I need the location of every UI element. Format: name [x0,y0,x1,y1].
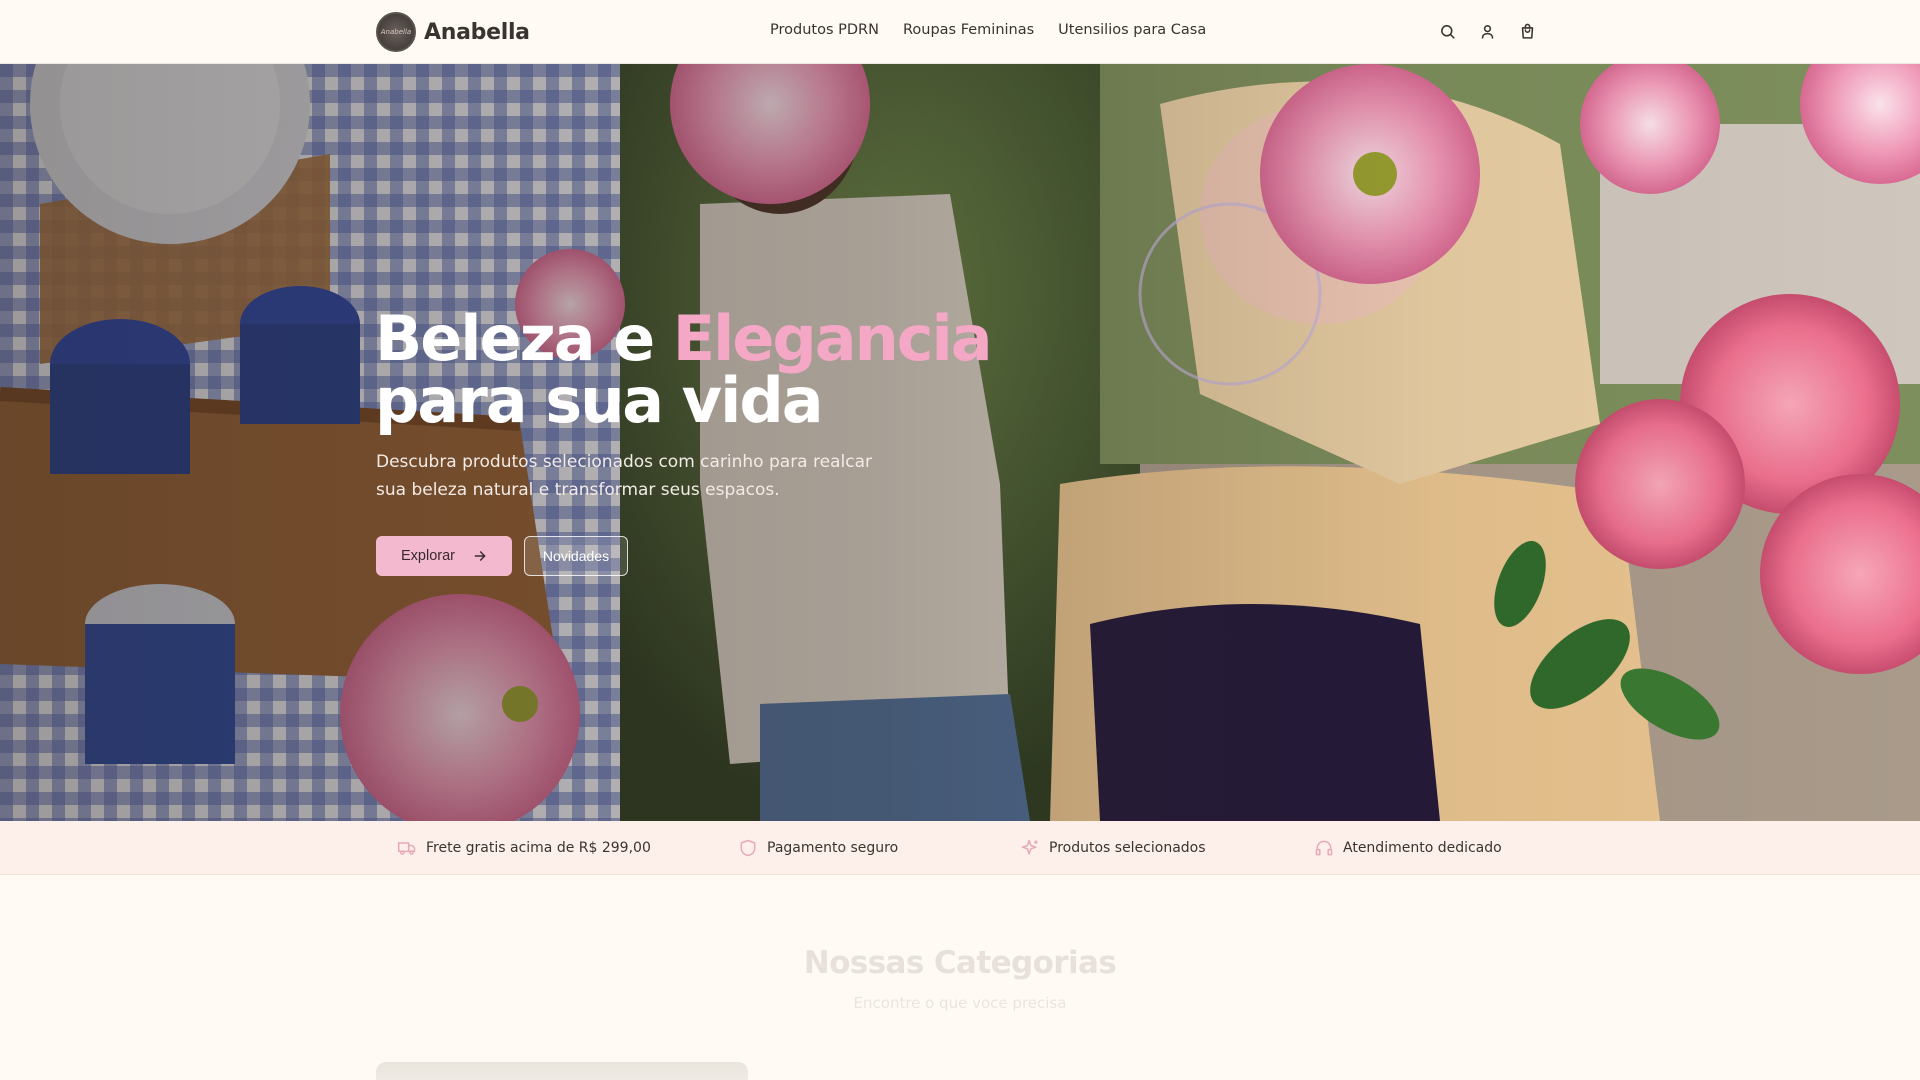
categories-title: Nossas Categorias [803,945,1117,981]
feature-label: Atendimento dedicado [1343,840,1502,856]
nav-link-roupas-femininas[interactable]: Roupas Femininas [903,22,1034,38]
shield-icon [738,838,758,858]
feature-selected-products: Produtos selecionados [1020,838,1206,858]
feature-dedicated-support: Atendimento dedicado [1314,838,1502,858]
header-actions [1437,21,1537,41]
arrow-right-icon [474,551,486,561]
feature-label: Frete gratis acima de R$ 299,00 [426,840,651,856]
hero-title-part2: para sua vida [375,364,824,437]
brand-logo[interactable]: Anabella Anabella [376,12,530,52]
hero-title: Beleza e Elegancia para sua vida [375,308,1015,432]
logo-badge: Anabella [376,12,416,52]
logo-badge-text: Anabella [380,28,412,36]
sparkles-icon [1020,838,1040,858]
search-icon[interactable] [1437,21,1457,41]
user-icon[interactable] [1477,21,1497,41]
categories-subtitle: Encontre o que voce precisa [853,994,1067,1012]
feature-free-shipping: Frete gratis acima de R$ 299,00 [397,838,651,858]
novidades-button-label: Novidades [542,548,610,564]
main-nav: Produtos PDRN Roupas Femininas Utensilio… [770,22,1206,38]
feature-label: Pagamento seguro [767,840,899,856]
feature-label: Produtos selecionados [1049,840,1206,856]
truck-icon [397,838,417,858]
explore-button-label: Explorar [401,548,455,564]
hero-overlay [0,64,1920,821]
feature-secure-payment: Pagamento seguro [738,838,898,858]
site-header: Anabella Anabella Produtos PDRN Roupas F… [0,0,1920,64]
headphones-icon [1314,838,1334,858]
shopping-bag-icon[interactable] [1517,21,1537,41]
hero-banner: Beleza e Elegancia para sua vida Descubr… [0,64,1920,821]
nav-link-produtos-pdrn[interactable]: Produtos PDRN [770,22,879,38]
explore-button[interactable]: Explorar [376,536,512,576]
nav-link-utensilios-casa[interactable]: Utensilios para Casa [1058,22,1206,38]
novidades-button[interactable]: Novidades [524,536,628,576]
features-bar: Frete gratis acima de R$ 299,00 Pagament… [0,821,1920,875]
hero-subtitle: Descubra produtos selecionados com carin… [376,452,872,500]
brand-name: Anabella [424,19,530,45]
category-card[interactable] [376,1062,748,1080]
